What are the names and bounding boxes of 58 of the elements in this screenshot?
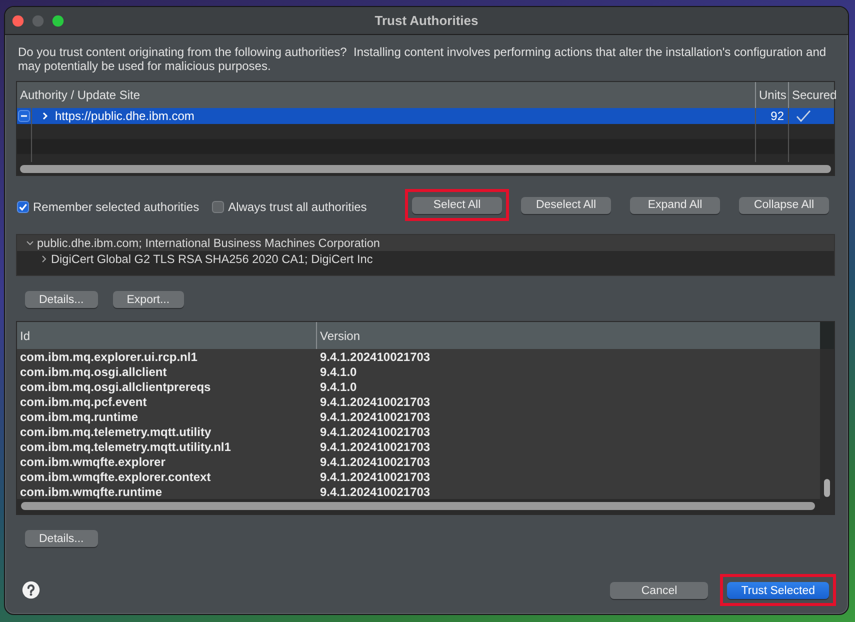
table-cell-text: com.ibm.mq.runtime — [19, 409, 140, 424]
table-cell-text: 9.4.1.202410021703 — [319, 409, 432, 424]
checkbox[interactable] — [18, 110, 30, 122]
default-button[interactable]: Trust Selected — [727, 582, 829, 599]
table-cell-text: com.ibm.mq.telemetry.mqtt.utility.nl1 — [19, 439, 232, 454]
table-cell-text: 9.4.1.202410021703 — [319, 454, 432, 469]
table-cell-text: com.ibm.mq.osgi.allclient — [19, 364, 168, 379]
scrollbar-thumb[interactable] — [20, 165, 831, 173]
vertical-scrollbar[interactable] — [820, 322, 834, 514]
table-cell-text: 9.4.1.202410021703 — [319, 484, 432, 499]
action-button[interactable]: Expand All — [630, 196, 720, 214]
column-header[interactable]: Id — [17, 322, 316, 349]
action-button[interactable]: Select All — [412, 196, 502, 214]
table-cell-text: com.ibm.mq.telemetry.mqtt.utility — [19, 424, 212, 439]
table-row[interactable]: https://public.dhe.ibm.com 92 — [17, 108, 834, 124]
action-button[interactable]: Details... — [25, 291, 98, 308]
action-button[interactable]: Export... — [112, 291, 184, 308]
table-cell: 92 — [770, 109, 784, 123]
action-button[interactable]: Deselect All — [521, 196, 611, 214]
table-cell-text: 9.4.1.202410021703 — [319, 439, 432, 454]
close-button[interactable] — [12, 14, 24, 26]
dialog-button[interactable]: Cancel — [610, 582, 708, 599]
chevron-down-icon[interactable] — [26, 239, 34, 247]
table-cell-text: com.ibm.mq.osgi.allclientprereqs — [19, 379, 212, 394]
column-header[interactable]: Units — [755, 82, 788, 108]
scrollbar-thumb[interactable] — [21, 502, 815, 510]
tree-item-text: DigiCert Global G2 TLS RSA SHA256 2020 CA1; DigiCert Inc — [51, 252, 373, 266]
checkbox[interactable] — [17, 200, 29, 212]
column-header[interactable]: Authority / Update Site — [17, 82, 755, 108]
column-header[interactable]: Version — [316, 322, 820, 349]
table-cell-text: 9.4.1.202410021703 — [319, 424, 432, 439]
table-cell-text: 9.4.1.202410021703 — [319, 469, 432, 484]
checkbox-label[interactable]: Always trust all authorities — [228, 200, 367, 214]
chevron-right-icon[interactable] — [40, 254, 48, 262]
table-cell-text: com.ibm.mq.pcf.event — [19, 394, 148, 409]
action-button[interactable]: Details... — [25, 530, 98, 547]
help-icon[interactable] — [22, 581, 40, 599]
column-header[interactable]: Secured — [788, 82, 834, 108]
checkbox-label[interactable]: Remember selected authorities — [33, 200, 200, 214]
table-cell-text: 9.4.1.202410021703 — [319, 349, 432, 364]
table-cell: https://public.dhe.ibm.com — [55, 109, 194, 123]
checkbox[interactable] — [212, 200, 224, 212]
action-button[interactable]: Collapse All — [739, 196, 829, 214]
table-cell-text: com.ibm.mq.explorer.ui.rcp.nl1 — [19, 349, 198, 364]
table-cell-text: com.ibm.wmqfte.runtime — [19, 484, 164, 499]
tree-row[interactable]: public.dhe.ibm.com; International Business Machines Corporation — [17, 235, 834, 251]
tree-item-text: public.dhe.ibm.com; International Business Machines Corporation — [37, 236, 380, 250]
zoom-button[interactable] — [52, 14, 64, 26]
scrollbar-thumb[interactable] — [824, 479, 830, 497]
window-title: Trust Authorities — [374, 13, 478, 28]
table-cell-text: com.ibm.wmqfte.explorer — [19, 454, 166, 469]
table-cell-text: 9.4.1.202410021703 — [319, 394, 432, 409]
chevron-right-icon[interactable] — [41, 112, 49, 120]
tree-row[interactable]: DigiCert Global G2 TLS RSA SHA256 2020 CA1; DigiCert Inc — [17, 251, 834, 266]
table-cell-text: 9.4.1.0 — [319, 379, 358, 394]
trust-message: Do you trust content originating from the following authorities? Installing content involves performing actions that alter the installation's configuration and may potentially be used for malicious purposes. — [18, 45, 828, 73]
table-cell-text: 9.4.1.0 — [319, 364, 358, 379]
table-cell-text: com.ibm.wmqfte.explorer.context — [19, 469, 212, 484]
